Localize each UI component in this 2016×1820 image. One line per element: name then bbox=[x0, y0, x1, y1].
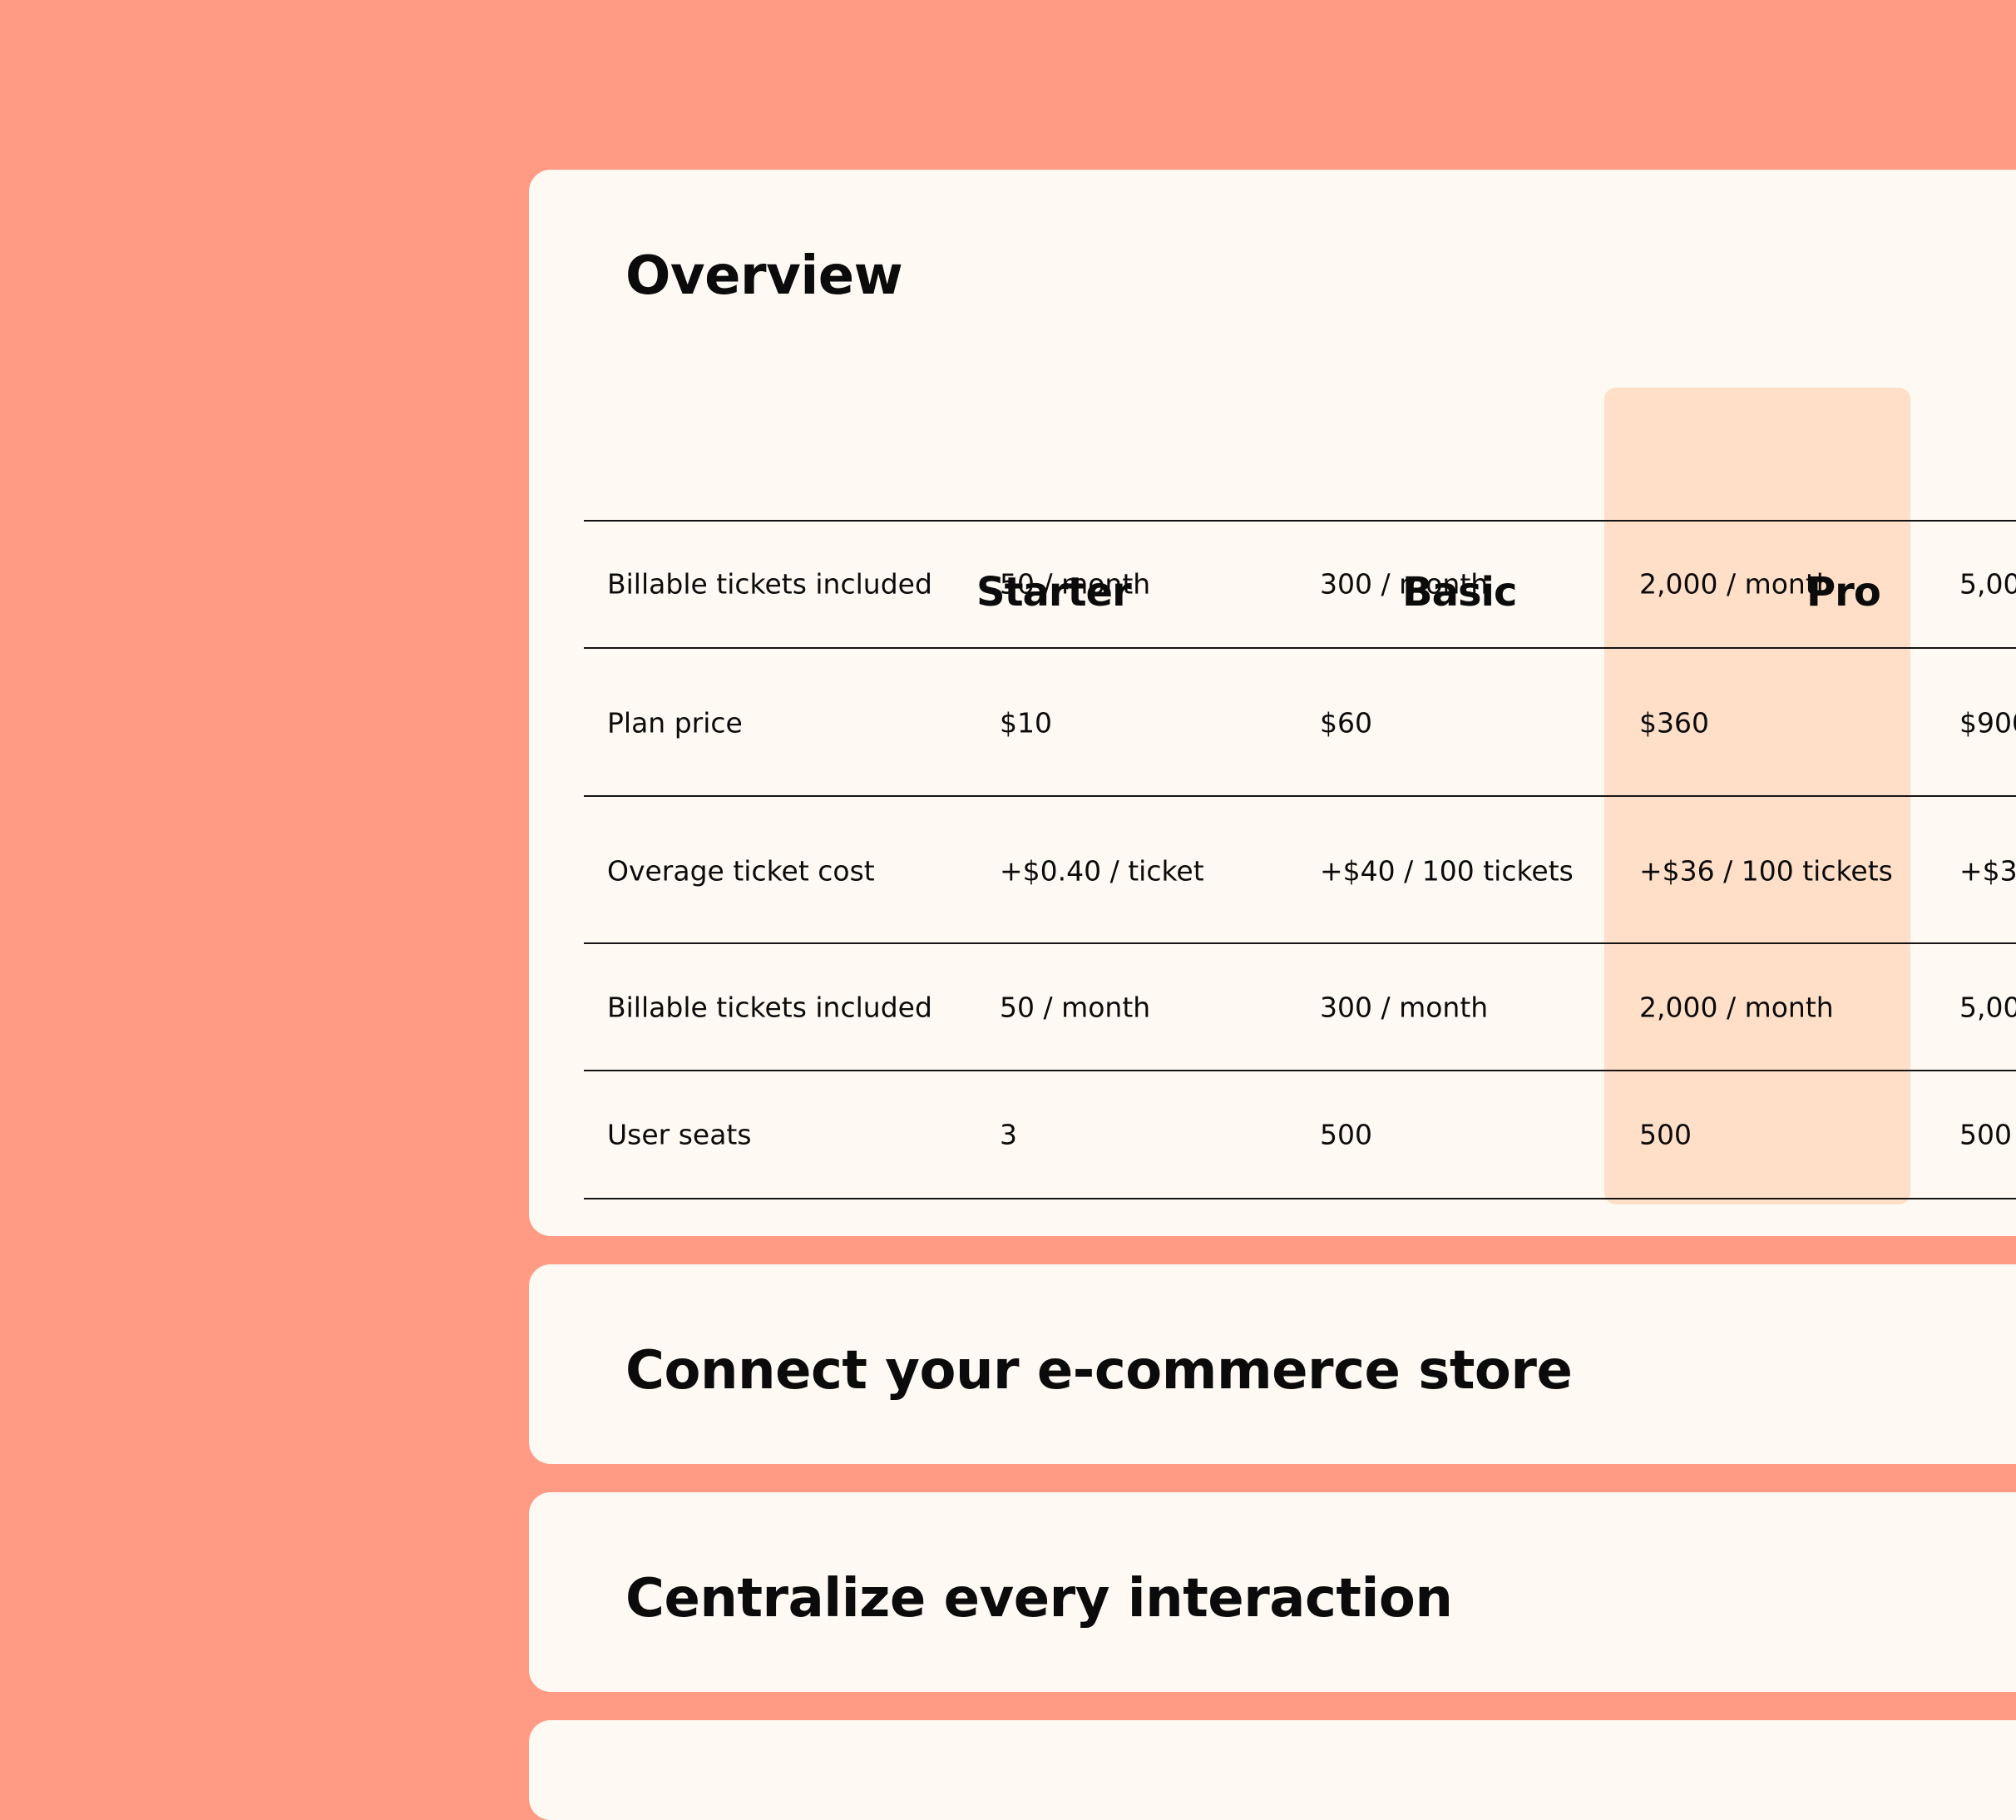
overview-card: Overview Starter Basic Pro Billable tick… bbox=[529, 170, 2016, 1236]
table-rule bbox=[584, 1198, 2016, 1199]
cell-next-plan: +$36 bbox=[1959, 854, 2016, 888]
cell-pro: $360 bbox=[1639, 706, 1709, 739]
cell-pro: +$36 / 100 tickets bbox=[1639, 854, 1893, 888]
overview-title: Overview bbox=[625, 245, 903, 307]
cell-next-plan: 500 bbox=[1959, 1118, 2012, 1151]
row-label: Billable tickets included bbox=[607, 991, 932, 1024]
cell-basic: +$40 / 100 tickets bbox=[1320, 854, 1574, 888]
cell-next-plan: $900 bbox=[1959, 706, 2016, 739]
table-row: Overage ticket cost +$0.40 / ticket +$40… bbox=[529, 797, 2016, 945]
cell-starter: $10 bbox=[1000, 706, 1052, 739]
cell-pro: 2,000 / month bbox=[1639, 991, 1834, 1024]
row-label: Overage ticket cost bbox=[607, 854, 875, 888]
cell-next-plan: 5,00 bbox=[1959, 991, 2016, 1024]
cell-pro: 2,000 / month bbox=[1639, 567, 1834, 601]
centralize-card[interactable]: Centralize every interaction bbox=[529, 1492, 2016, 1692]
cell-basic: 300 / month bbox=[1320, 567, 1489, 601]
table-row: Billable tickets included 50 / month 300… bbox=[529, 521, 2016, 647]
cell-basic: $60 bbox=[1320, 706, 1372, 739]
row-label: User seats bbox=[607, 1118, 752, 1151]
cell-starter: 3 bbox=[1000, 1118, 1017, 1151]
cell-basic: 500 bbox=[1320, 1118, 1372, 1151]
connect-store-card[interactable]: Connect your e-commerce store bbox=[529, 1264, 2016, 1464]
table-row: Plan price $10 $60 $360 $900 bbox=[529, 649, 2016, 797]
cell-starter: +$0.40 / ticket bbox=[1000, 854, 1204, 888]
cell-starter: 50 / month bbox=[1000, 991, 1151, 1024]
table-row: Billable tickets included 50 / month 300… bbox=[529, 944, 2016, 1071]
table-row: User seats 3 500 500 500 bbox=[529, 1071, 2016, 1198]
centralize-title: Centralize every interaction bbox=[625, 1568, 1453, 1630]
cell-starter: 50 / month bbox=[1000, 567, 1151, 601]
connect-store-title: Connect your e-commerce store bbox=[625, 1340, 1573, 1402]
row-label: Plan price bbox=[607, 706, 743, 739]
cell-pro: 500 bbox=[1639, 1118, 1692, 1151]
cell-next-plan: 5,00 bbox=[1959, 567, 2016, 601]
row-label: Billable tickets included bbox=[607, 567, 932, 601]
cell-basic: 300 / month bbox=[1320, 991, 1489, 1024]
next-section-card[interactable] bbox=[529, 1720, 2016, 1820]
